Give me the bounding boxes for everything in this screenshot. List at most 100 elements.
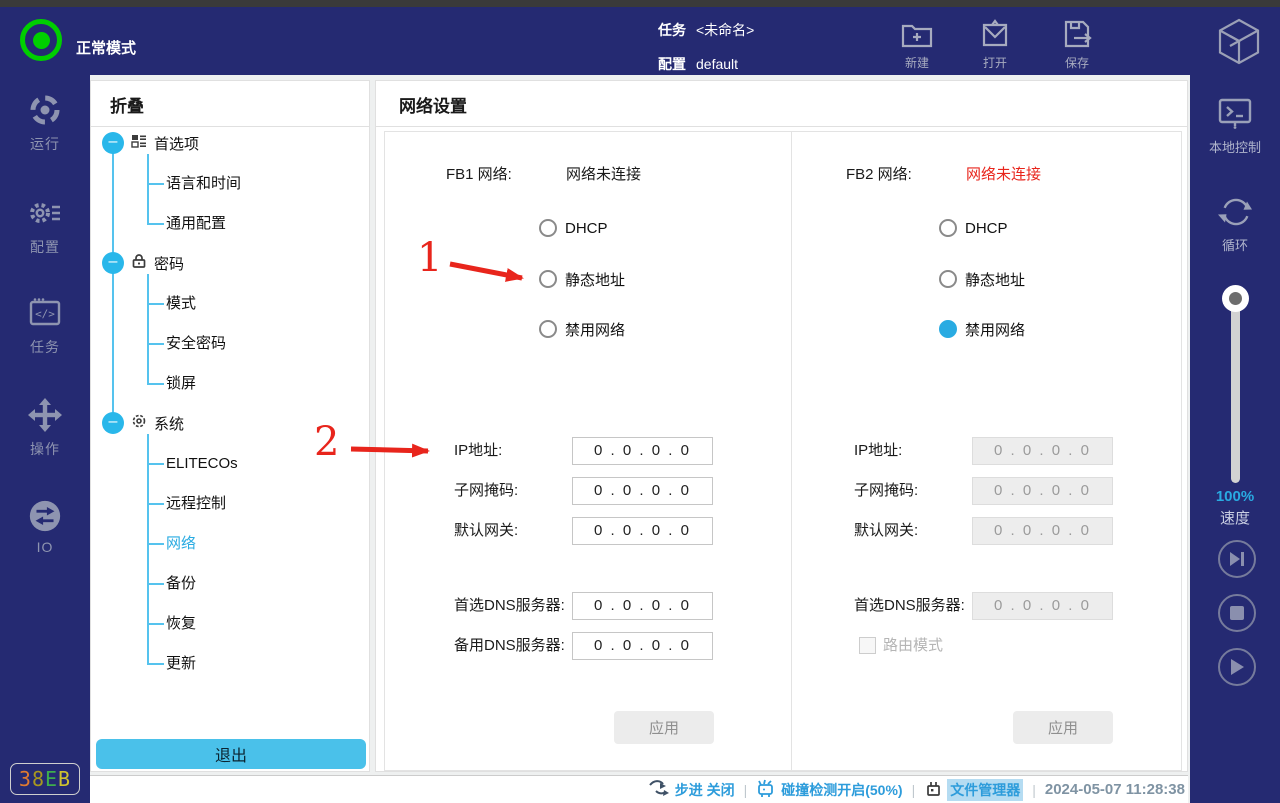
radio-icon[interactable] (539, 320, 557, 338)
fb2-network-label: FB2 网络: (846, 163, 912, 184)
save-task-button[interactable]: 保存 (1045, 17, 1109, 71)
sidebar-item-task[interactable]: </> 任务 (0, 294, 90, 357)
fb2-network-status: 网络未连接 (966, 163, 1041, 184)
fb1-dns2-label: 备用DNS服务器: (454, 632, 565, 660)
tree-item-label: 语言和时间 (166, 175, 241, 192)
lock-icon (131, 253, 147, 274)
radio-icon[interactable] (939, 219, 957, 237)
tree-item-label: 更新 (166, 655, 196, 672)
fb1-mask-input[interactable]: 0 . 0 . 0 . 0 (572, 477, 713, 505)
tree-item-label: 模式 (166, 295, 196, 312)
play-icon (1228, 657, 1246, 677)
radio-checked-icon[interactable] (939, 320, 957, 338)
fb2-radio-static[interactable]: 静态地址 (939, 269, 1025, 289)
sidebar-item-config[interactable]: 配置 (0, 194, 90, 257)
fb1-dns2-input[interactable]: 0 . 0 . 0 . 0 (572, 632, 713, 660)
radio-label: DHCP (965, 220, 1008, 237)
badge-char: E (45, 767, 58, 791)
step-arrow-icon (648, 779, 670, 800)
sidebar-item-operate[interactable]: 操作 (0, 396, 90, 459)
radio-icon[interactable] (539, 270, 557, 288)
exit-button[interactable]: 退出 (96, 739, 366, 769)
status-timestamp: 2024-05-07 11:28:38 (1045, 781, 1185, 798)
fb1-radio-static[interactable]: 静态地址 (539, 269, 625, 289)
tree-item-mode[interactable]: 模式 (166, 294, 196, 314)
tree-item-remote-control[interactable]: 远程控制 (166, 494, 226, 514)
tree-item-elitecos[interactable]: ELITECOs (166, 454, 238, 474)
column-divider (791, 132, 792, 771)
tree-item-backup[interactable]: 备份 (166, 574, 196, 594)
radio-label: 禁用网络 (965, 319, 1025, 340)
tree-item-label: 锁屏 (166, 375, 196, 392)
tree-item-restore[interactable]: 恢复 (166, 614, 196, 634)
fb1-radio-disable[interactable]: 禁用网络 (539, 319, 625, 339)
open-button-label: 打开 (963, 54, 1027, 71)
fb1-apply-button[interactable]: 应用 (614, 711, 714, 744)
speed-slider-handle[interactable] (1222, 285, 1249, 312)
sidebar-item-label: 任务 (0, 337, 90, 357)
stop-button[interactable] (1218, 594, 1256, 632)
play-button[interactable] (1218, 648, 1256, 686)
tree-item-label: 恢复 (166, 615, 196, 632)
local-control-button[interactable]: 本地控制 (1190, 93, 1280, 156)
badge-char: 8 (32, 767, 45, 791)
open-task-button[interactable]: 打开 (963, 17, 1027, 71)
radio-icon[interactable] (939, 270, 957, 288)
fb1-gateway-input[interactable]: 0 . 0 . 0 . 0 (572, 517, 713, 545)
loop-label: 循环 (1190, 235, 1280, 254)
loop-mode-button[interactable]: 循环 (1190, 191, 1280, 254)
tree-node-password[interactable]: 密码 (102, 252, 184, 274)
radio-label: 禁用网络 (565, 319, 625, 340)
tree-node-preferences[interactable]: 首选项 (102, 132, 199, 154)
collapse-minus-icon[interactable] (102, 252, 124, 274)
tree-item-label: 远程控制 (166, 495, 226, 512)
config-label: 配置 (658, 56, 686, 72)
config-row: 配置default (658, 54, 738, 74)
collapse-minus-icon[interactable] (102, 132, 124, 154)
collapse-minus-icon[interactable] (102, 412, 124, 434)
right-control-sidebar: 本地控制 循环 100% 速度 (1190, 75, 1280, 803)
radio-label: 静态地址 (965, 269, 1025, 290)
fb2-radio-dhcp[interactable]: DHCP (939, 218, 1008, 238)
tree-item-safety-password[interactable]: 安全密码 (166, 334, 226, 354)
fb1-ip-input[interactable]: 0 . 0 . 0 . 0 (572, 437, 713, 465)
step-mode-status[interactable]: 步进 关闭 (648, 779, 735, 800)
fb2-radio-disable[interactable]: 禁用网络 (939, 319, 1025, 339)
fb2-apply-button[interactable]: 应用 (1013, 711, 1113, 744)
radio-icon[interactable] (539, 219, 557, 237)
tree-item-network[interactable]: 网络 (166, 534, 196, 554)
tree-item-update[interactable]: 更新 (166, 654, 196, 674)
sidebar-item-io[interactable]: IO (0, 498, 90, 555)
file-manager-button[interactable]: 文件管理器 (924, 779, 1023, 801)
window-top-strip (0, 0, 1280, 7)
sidebar-item-run[interactable]: 运行 (0, 91, 90, 154)
divider (376, 126, 1187, 127)
new-task-button[interactable]: 新建 (885, 17, 949, 71)
tree-node-system[interactable]: 系统 (102, 412, 184, 434)
fb1-ip-label: IP地址: (454, 437, 502, 465)
tree-node-label: 首选项 (154, 133, 199, 154)
tree-item-lock-screen[interactable]: 锁屏 (166, 374, 196, 394)
save-icon (1045, 17, 1109, 51)
step-forward-button[interactable] (1218, 540, 1256, 578)
speed-slider-track[interactable] (1231, 293, 1240, 483)
sidebar-item-label: IO (0, 539, 90, 555)
separator (744, 782, 748, 798)
collision-detect-status[interactable]: 碰撞检测开启(50%) (756, 779, 902, 801)
tree-item-general-config[interactable]: 通用配置 (166, 214, 226, 234)
local-control-label: 本地控制 (1190, 137, 1280, 156)
tree-panel-title[interactable]: 折叠 (110, 92, 144, 117)
speed-label: 速度 (1190, 507, 1280, 528)
fb1-radio-dhcp[interactable]: DHCP (539, 218, 608, 238)
fb2-mask-input: 0 . 0 . 0 . 0 (972, 477, 1113, 505)
brand-logo-icon (1212, 15, 1266, 74)
fb1-dns1-input[interactable]: 0 . 0 . 0 . 0 (572, 592, 713, 620)
mode-status-indicator-icon (20, 19, 62, 61)
status-code-badge[interactable]: 38EB (10, 763, 80, 795)
collision-detect-label: 碰撞检测开启(50%) (781, 780, 902, 800)
task-label: 任务 (658, 22, 686, 38)
new-file-icon (885, 17, 949, 51)
mode-label: 正常模式 (76, 37, 136, 58)
fb1-network-label: FB1 网络: (446, 163, 512, 184)
tree-item-language-time[interactable]: 语言和时间 (166, 174, 241, 194)
